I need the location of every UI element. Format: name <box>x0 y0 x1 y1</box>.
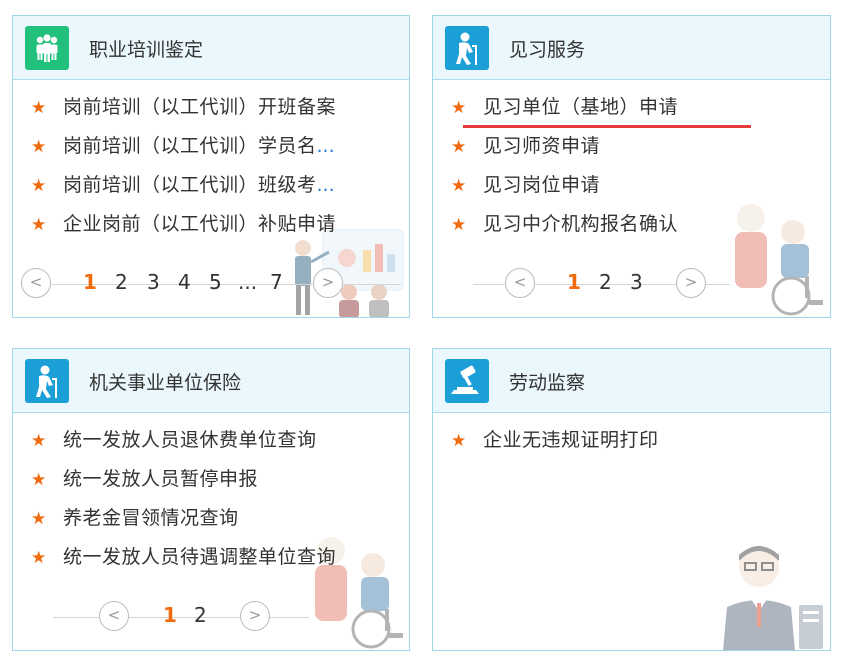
page-number[interactable]: 2 <box>115 269 128 295</box>
item-link[interactable]: 统一发放人员待遇调整单位查询 <box>63 546 336 568</box>
card-title: 见习服务 <box>509 39 586 61</box>
star-icon: ★ <box>31 98 47 118</box>
star-icon: ★ <box>31 215 47 235</box>
page-number-current[interactable]: 1 <box>163 602 177 628</box>
page-number-current[interactable]: 1 <box>567 269 581 295</box>
page-number[interactable]: 3 <box>630 269 643 295</box>
elderly-person-icon <box>25 359 69 403</box>
page-number[interactable]: 5 <box>209 269 222 295</box>
card-vocational-training: 职业培训鉴定 ★ 岗前培训（以工代训）开班备案 ★ 岗前培训（以工代训）学员名.… <box>12 15 410 318</box>
item-link[interactable]: 岗前培训（以工代训）开班备案 <box>63 96 336 118</box>
card-title: 劳动监察 <box>509 372 586 394</box>
item-link[interactable]: 统一发放人员暂停申报 <box>63 468 258 490</box>
item-link[interactable]: 企业岗前（以工代训）补贴申请 <box>63 213 336 235</box>
pagination: < 1 2 3 4 5 ... 7 > <box>13 263 409 307</box>
card-title: 机关事业单位保险 <box>89 372 242 394</box>
item-list: ★ 企业无违规证明打印 <box>433 425 830 464</box>
list-item[interactable]: ★ 岗前培训（以工代训）学员名... <box>13 131 409 170</box>
next-page-button[interactable]: > <box>240 601 270 631</box>
inspector-illustration <box>723 546 823 650</box>
pagination: < 1 2 3 > <box>433 263 830 307</box>
item-link[interactable]: 见习单位（基地）申请 <box>483 96 678 118</box>
item-link[interactable]: 岗前培训（以工代训）学员名 <box>63 135 317 157</box>
page-number[interactable]: 2 <box>599 269 612 295</box>
card-labor-inspection: 劳动监察 ★ 企业无违规证明打印 <box>432 348 831 651</box>
star-icon: ★ <box>31 509 47 529</box>
list-item[interactable]: ★ 企业岗前（以工代训）补贴申请 <box>13 209 409 248</box>
card-title: 职业培训鉴定 <box>89 39 204 61</box>
card-header: 见习服务 <box>433 16 830 80</box>
item-link[interactable]: 养老金冒领情况查询 <box>63 507 239 529</box>
list-item[interactable]: ★ 养老金冒领情况查询 <box>13 503 409 542</box>
star-icon: ★ <box>31 137 47 157</box>
prev-page-button[interactable]: < <box>21 268 51 298</box>
next-page-button[interactable]: > <box>313 268 343 298</box>
ellipsis: ... <box>316 174 335 196</box>
gavel-icon <box>445 359 489 403</box>
list-item[interactable]: ★ 企业无违规证明打印 <box>433 425 830 464</box>
item-link[interactable]: 见习师资申请 <box>483 135 600 157</box>
item-link[interactable]: 见习中介机构报名确认 <box>483 213 678 235</box>
star-icon: ★ <box>451 215 467 235</box>
page-number[interactable]: 2 <box>194 602 207 628</box>
item-link[interactable]: 岗前培训（以工代训）班级考 <box>63 174 317 196</box>
ellipsis: ... <box>316 135 335 157</box>
item-link[interactable]: 见习岗位申请 <box>483 174 600 196</box>
pager-divider <box>53 617 309 618</box>
star-icon: ★ <box>31 548 47 568</box>
list-item[interactable]: ★ 岗前培训（以工代训）班级考... <box>13 170 409 209</box>
star-icon: ★ <box>31 431 47 451</box>
card-header: 机关事业单位保险 <box>13 349 409 413</box>
page-number-current[interactable]: 1 <box>83 269 97 295</box>
star-icon: ★ <box>451 98 467 118</box>
item-list: ★ 见习单位（基地）申请 ★ 见习师资申请 ★ 见习岗位申请 ★ 见习中介机构报… <box>433 92 830 248</box>
card-header: 劳动监察 <box>433 349 830 413</box>
item-list: ★ 岗前培训（以工代训）开班备案 ★ 岗前培训（以工代训）学员名... ★ 岗前… <box>13 92 409 248</box>
list-item[interactable]: ★ 见习师资申请 <box>433 131 830 170</box>
page-number[interactable]: 4 <box>178 269 191 295</box>
list-item[interactable]: ★ 统一发放人员暂停申报 <box>13 464 409 503</box>
star-icon: ★ <box>31 176 47 196</box>
page-number[interactable]: 7 <box>270 269 283 295</box>
page-number[interactable]: 3 <box>147 269 160 295</box>
card-internship-service: 见习服务 ★ 见习单位（基地）申请 ★ 见习师资申请 ★ 见习岗位申请 ★ 见习… <box>432 15 831 318</box>
star-icon: ★ <box>31 470 47 490</box>
elderly-person-icon <box>445 26 489 70</box>
pagination: < 1 2 > <box>13 596 409 640</box>
people-group-icon <box>25 26 69 70</box>
list-item[interactable]: ★ 统一发放人员待遇调整单位查询 <box>13 542 409 581</box>
item-link[interactable]: 统一发放人员退休费单位查询 <box>63 429 317 451</box>
highlight-underline <box>463 125 751 128</box>
star-icon: ★ <box>451 137 467 157</box>
card-header: 职业培训鉴定 <box>13 16 409 80</box>
star-icon: ★ <box>451 431 467 451</box>
prev-page-button[interactable]: < <box>505 268 535 298</box>
card-institution-insurance: 机关事业单位保险 ★ 统一发放人员退休费单位查询 ★ 统一发放人员暂停申报 ★ … <box>12 348 410 651</box>
list-item[interactable]: ★ 统一发放人员退休费单位查询 <box>13 425 409 464</box>
prev-page-button[interactable]: < <box>99 601 129 631</box>
item-list: ★ 统一发放人员退休费单位查询 ★ 统一发放人员暂停申报 ★ 养老金冒领情况查询… <box>13 425 409 581</box>
page-ellipsis: ... <box>238 270 258 294</box>
star-icon: ★ <box>451 176 467 196</box>
list-item[interactable]: ★ 见习岗位申请 <box>433 170 830 209</box>
list-item[interactable]: ★ 岗前培训（以工代训）开班备案 <box>13 92 409 131</box>
list-item[interactable]: ★ 见习中介机构报名确认 <box>433 209 830 248</box>
item-link[interactable]: 企业无违规证明打印 <box>483 429 659 451</box>
next-page-button[interactable]: > <box>676 268 706 298</box>
